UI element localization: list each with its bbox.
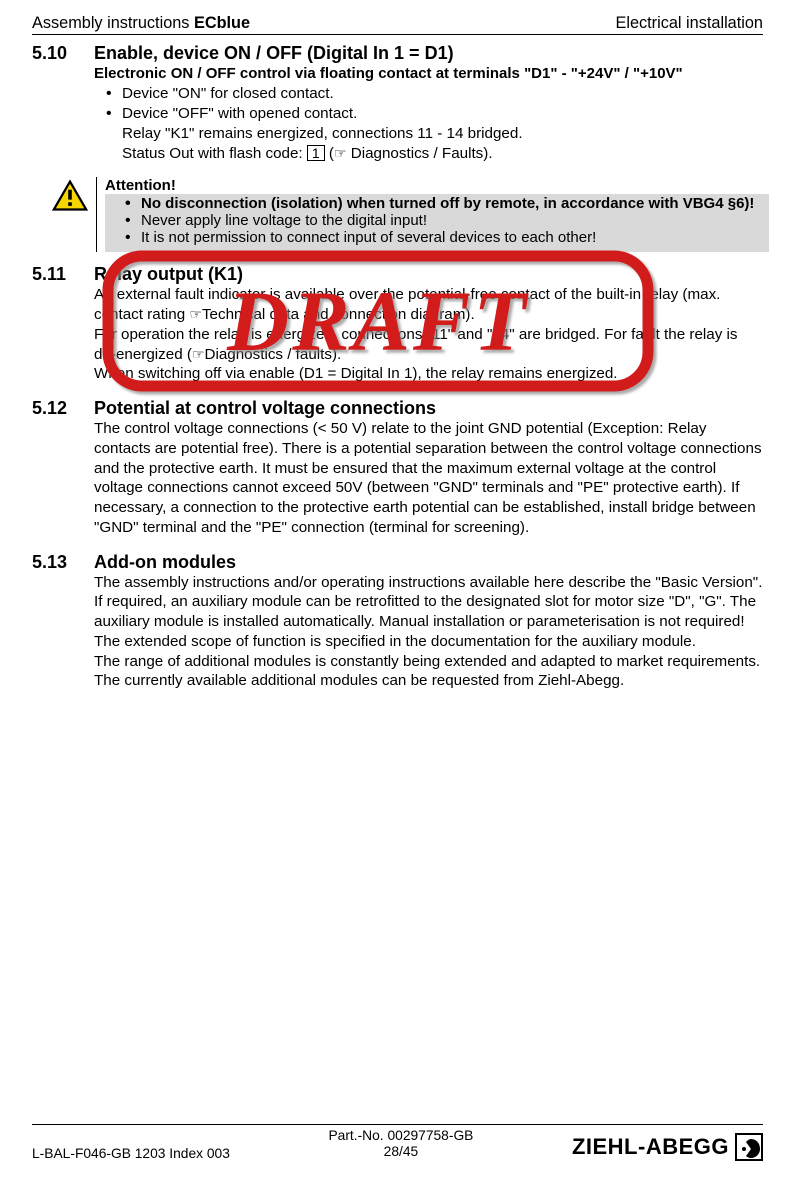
text-fragment: Diagnostics / faults). (205, 346, 342, 363)
pointer-icon: ☞ (192, 345, 205, 363)
header-right: Electrical installation (615, 14, 763, 33)
section-body: An external fault indicator is available… (94, 285, 763, 384)
pointer-icon: ☞ (334, 144, 347, 162)
page-header: Assembly instructions ECblue Electrical … (32, 14, 763, 35)
paragraph: The range of additional modules is const… (94, 652, 763, 692)
text-fragment: Part.-No. 00297758-GB (328, 1128, 473, 1145)
section-body: The control voltage connections (< 50 V)… (94, 419, 763, 538)
bullet-subtext: Relay "K1" remains energized, connection… (122, 124, 763, 144)
text-fragment: Status Out with flash code: (122, 145, 307, 162)
boxed-number-icon: 1 (307, 145, 325, 162)
section-number: 5.13 (32, 552, 79, 573)
section-5-10: 5.10 Enable, device ON / OFF (Digital In… (32, 43, 763, 163)
section-title: Add-on modules (94, 552, 236, 573)
brand-text: ZIEHL-ABEGG (572, 1134, 729, 1160)
section-title: Enable, device ON / OFF (Digital In 1 = … (94, 43, 454, 64)
header-product: ECblue (194, 14, 250, 32)
footer-part-number: Part.-No. 00297758-GB 28/45 (328, 1128, 473, 1161)
section-heading: 5.13 Add-on modules (32, 552, 763, 573)
bullet-subtext: Status Out with flash code: 1 (☞ Diagnos… (122, 144, 763, 164)
section-body: The assembly instructions and/or operati… (94, 573, 763, 692)
page-footer: L-BAL-F046-GB 1203 Index 003 Part.-No. 0… (32, 1124, 763, 1161)
section-5-11: 5.11 Relay output (K1) An external fault… (32, 264, 763, 384)
warning-triangle-icon (52, 179, 88, 213)
list-item: Device "OFF" with opened contact. Relay … (122, 104, 763, 163)
section-number: 5.10 (32, 43, 79, 64)
bullet-text: Device "ON" for closed contact. (122, 85, 334, 102)
paragraph: When switching off via enable (D1 = Digi… (94, 364, 763, 384)
section-5-13: 5.13 Add-on modules The assembly instruc… (32, 552, 763, 692)
section-subtitle: Electronic ON / OFF control via floating… (94, 64, 763, 84)
paragraph: The assembly instructions and/or operati… (94, 573, 763, 593)
section-title: Relay output (K1) (94, 264, 243, 285)
section-heading: 5.11 Relay output (K1) (32, 264, 763, 285)
text-fragment: Technical data and connection diagram). (202, 306, 475, 323)
attention-body: No disconnection (isolation) when turned… (105, 194, 769, 252)
section-heading: 5.12 Potential at control voltage connec… (32, 398, 763, 419)
section-number: 5.12 (32, 398, 79, 419)
bullet-text: Device "OFF" with opened contact. (122, 105, 357, 122)
logo-icon (735, 1133, 763, 1161)
bullet-list: Device "ON" for closed contact. Device "… (122, 84, 763, 163)
brand-logo: ZIEHL-ABEGG (572, 1133, 763, 1161)
page-number: 28/45 (328, 1144, 473, 1161)
attention-title: Attention! (105, 177, 769, 194)
list-item: It is not permission to connect input of… (141, 229, 765, 246)
attention-box: Attention! No disconnection (isolation) … (96, 177, 769, 252)
list-item: No disconnection (isolation) when turned… (141, 195, 765, 212)
list-item: Device "ON" for closed contact. (122, 84, 763, 104)
header-left: Assembly instructions ECblue (32, 14, 250, 33)
section-5-12: 5.12 Potential at control voltage connec… (32, 398, 763, 538)
section-title: Potential at control voltage connections (94, 398, 436, 419)
section-heading: 5.10 Enable, device ON / OFF (Digital In… (32, 43, 763, 64)
paragraph: If required, an auxiliary module can be … (94, 592, 763, 632)
header-prefix: Assembly instructions (32, 14, 194, 32)
pointer-icon: ☞ (189, 305, 202, 323)
attention-block: Attention! No disconnection (isolation) … (52, 177, 769, 252)
paragraph: The extended scope of function is specif… (94, 632, 763, 652)
footer-doc-code: L-BAL-F046-GB 1203 Index 003 (32, 1146, 230, 1161)
list-item: Never apply line voltage to the digital … (141, 212, 765, 229)
text-fragment: Diagnostics / Faults). (347, 145, 493, 162)
text-fragment: For operation the relay is energized, co… (94, 326, 738, 363)
section-number: 5.11 (32, 264, 79, 285)
